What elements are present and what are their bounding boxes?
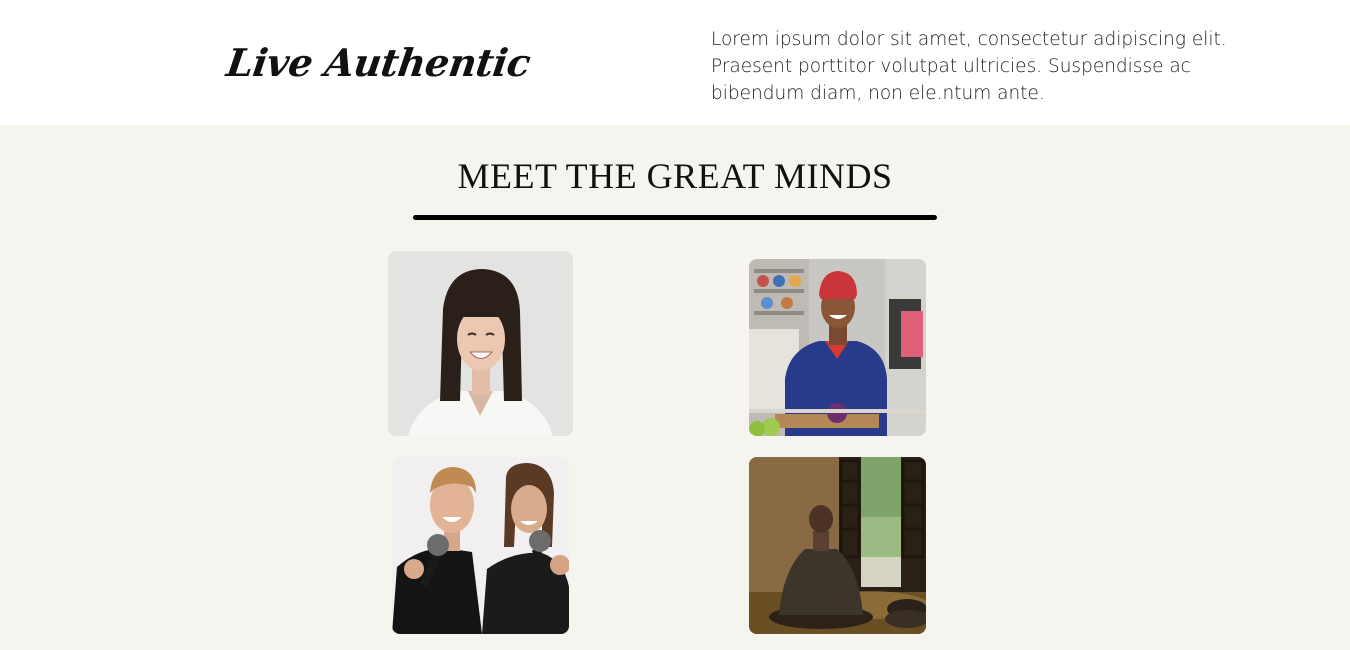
section-title: MEET THE GREAT MINDS <box>457 156 893 196</box>
photo-monk-meditating-by-window[interactable] <box>749 457 926 634</box>
great-minds-section: MEET THE GREAT MINDS <box>0 125 1350 650</box>
photo-two-men-with-microphones[interactable] <box>392 457 569 634</box>
header-tagline: Lorem ipsum dolor sit amet, consectetur … <box>711 29 1227 104</box>
logo[interactable]: Live Authentic <box>224 40 533 85</box>
header: Live Authentic Lorem ipsum dolor sit ame… <box>0 0 1350 125</box>
photo-chef-in-kitchen[interactable] <box>749 259 926 436</box>
title-underline <box>413 215 937 220</box>
photo-smiling-woman[interactable] <box>388 251 573 436</box>
